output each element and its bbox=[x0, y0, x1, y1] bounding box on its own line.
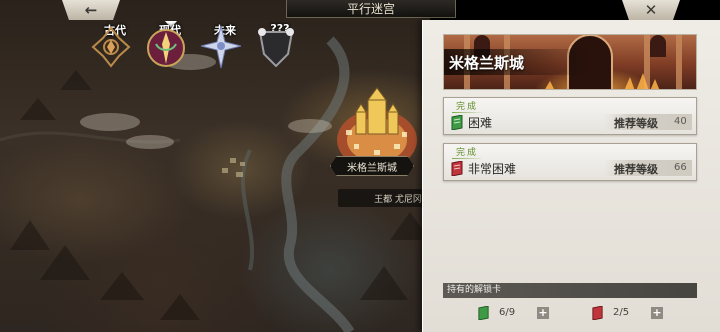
ancient-emblem-icon bbox=[91, 26, 131, 68]
back-arrow-icon: ← bbox=[84, 1, 98, 19]
difficulty-hard-card[interactable]: 完成 困难 推荐等级 40 bbox=[443, 97, 697, 135]
unlock-cards-header: 持有的解锁卡 bbox=[443, 283, 697, 298]
castle-label[interactable]: 米格兰斯城 bbox=[330, 156, 414, 176]
recommended-level-label: 推荐等级 bbox=[614, 163, 658, 176]
recommended-level-label: 推荐等级 bbox=[614, 117, 658, 130]
red-key-book-icon bbox=[592, 306, 603, 320]
era-future[interactable]: 未来 bbox=[199, 24, 251, 92]
add-green-card-button[interactable]: + bbox=[537, 307, 549, 319]
unlock-card-count: 2/5 bbox=[613, 307, 630, 318]
unlock-card-count: 6/9 bbox=[499, 307, 516, 318]
modern-emblem-icon bbox=[147, 29, 185, 67]
green-key-book-icon bbox=[478, 306, 489, 320]
era-unknown[interactable]: ??? bbox=[254, 22, 306, 92]
close-icon: ✕ bbox=[644, 1, 658, 19]
close-button[interactable]: ✕ bbox=[622, 0, 680, 20]
red-key-book-icon bbox=[451, 161, 463, 176]
difficulty-name: 非常困难 bbox=[468, 162, 517, 176]
difficulty-very-hard-card[interactable]: 完成 非常困难 推荐等级 66 bbox=[443, 143, 697, 181]
clear-status-label: 完成 bbox=[451, 99, 485, 113]
unknown-emblem-icon bbox=[258, 28, 294, 68]
back-button[interactable]: ← bbox=[62, 0, 120, 20]
stage-detail-panel: 米格兰斯城 完成 困难 推荐等级 40 完成 非常困难 推荐等级 66 持有的解… bbox=[422, 20, 720, 332]
difficulty-name: 困难 bbox=[468, 116, 493, 130]
world-map[interactable]: ← 平行迷宫 古代 现代 未来 bbox=[0, 0, 458, 332]
clear-status-label: 完成 bbox=[451, 145, 485, 159]
city-banner: 米格兰斯城 bbox=[443, 34, 697, 90]
era-modern[interactable]: 现代 bbox=[144, 24, 196, 92]
city-name: 米格兰斯城 bbox=[449, 54, 525, 72]
recommended-level-value: 40 bbox=[674, 116, 687, 127]
green-key-book-icon bbox=[451, 115, 463, 130]
recommended-level-value: 66 bbox=[674, 162, 687, 173]
page-title: 平行迷宫 bbox=[286, 0, 456, 18]
add-red-card-button[interactable]: + bbox=[651, 307, 663, 319]
era-ancient[interactable]: 古代 bbox=[89, 24, 141, 92]
future-emblem-icon bbox=[200, 25, 242, 69]
